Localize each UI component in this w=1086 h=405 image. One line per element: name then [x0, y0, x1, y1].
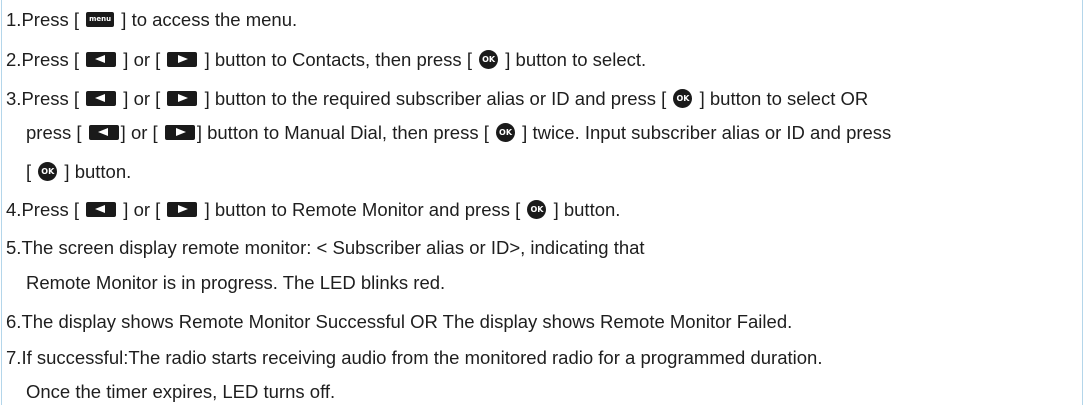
step-6: 6.The display shows Remote Monitor Succe…: [6, 310, 792, 334]
step-5: 5.The screen display remote monitor: < S…: [6, 236, 645, 260]
step-number: 7.: [6, 347, 22, 368]
right-border: [1082, 0, 1083, 405]
menu-key-icon: menu: [86, 11, 115, 27]
step-text: ] button to select.: [500, 49, 647, 70]
step-3: 3.Press [ ] or [ ] button to the require…: [6, 87, 868, 111]
left-arrow-key-icon: [86, 90, 117, 106]
step-text: ] or [: [118, 49, 166, 70]
step-text: ] or [: [118, 199, 166, 220]
step-number: 3.: [6, 88, 22, 109]
step-text: ] button to Contacts, then press [: [199, 49, 478, 70]
step-1: 1.Press [ menu ] to access the menu.: [6, 8, 297, 32]
step-7: 7.If successful:The radio starts receivi…: [6, 346, 822, 370]
step-2: 2.Press [ ] or [ ] button to Contacts, t…: [6, 48, 646, 72]
ok-key-icon: OK: [673, 88, 693, 108]
step-text: ] button.: [59, 161, 132, 182]
left-border: [1, 0, 2, 405]
ok-key-icon: OK: [496, 122, 516, 142]
ok-key-icon: OK: [479, 49, 499, 69]
step-text: ] button to Remote Monitor and press [: [199, 199, 526, 220]
step-text: ] or [: [120, 122, 163, 143]
step-text: ] button to the required subscriber alia…: [199, 88, 672, 109]
step-text: Press [: [21, 199, 85, 220]
step-text: Press [: [21, 49, 85, 70]
step-text: The display shows Remote Monitor Success…: [21, 311, 793, 332]
step-5-line-2: Remote Monitor is in progress. The LED b…: [26, 271, 445, 295]
right-arrow-key-icon: [167, 201, 198, 217]
step-text: ] button to select OR: [694, 88, 869, 109]
left-arrow-key-icon: [86, 201, 117, 217]
left-arrow-key-icon: [88, 124, 119, 140]
step-text: ] twice. Input subscriber alias or ID an…: [517, 122, 892, 143]
step-number: 1.: [6, 9, 22, 30]
step-text: Press [: [21, 88, 85, 109]
step-text: ] button.: [548, 199, 621, 220]
step-text: Once the timer expires, LED turns off.: [26, 381, 336, 402]
step-text: Press [: [21, 9, 85, 30]
step-4: 4.Press [ ] or [ ] button to Remote Moni…: [6, 198, 620, 222]
right-arrow-key-icon: [167, 90, 198, 106]
left-arrow-key-icon: [86, 51, 117, 67]
step-text: If successful:The radio starts receiving…: [21, 347, 823, 368]
ok-key-icon: OK: [38, 161, 58, 181]
step-number: 4.: [6, 199, 22, 220]
step-text: ] or [: [118, 88, 166, 109]
instruction-page: 1.Press [ menu ] to access the menu. 2.P…: [0, 0, 1086, 405]
step-number: 6.: [6, 311, 22, 332]
step-3-line-2: press [ ] or [ ] button to Manual Dial, …: [26, 121, 891, 145]
step-text: Remote Monitor is in progress. The LED b…: [26, 272, 446, 293]
step-text: ] button to Manual Dial, then press [: [196, 122, 495, 143]
step-text: The screen display remote monitor: < Sub…: [21, 237, 645, 258]
ok-key-icon: OK: [527, 199, 547, 219]
step-3-line-3: [ OK ] button.: [26, 160, 131, 184]
step-7-line-2: Once the timer expires, LED turns off.: [26, 380, 335, 404]
step-number: 5.: [6, 237, 22, 258]
step-text: ] to access the menu.: [116, 9, 298, 30]
step-text: press [: [26, 122, 87, 143]
right-arrow-key-icon: [164, 124, 195, 140]
right-arrow-key-icon: [167, 51, 198, 67]
step-number: 2.: [6, 49, 22, 70]
step-text: [: [26, 161, 37, 182]
